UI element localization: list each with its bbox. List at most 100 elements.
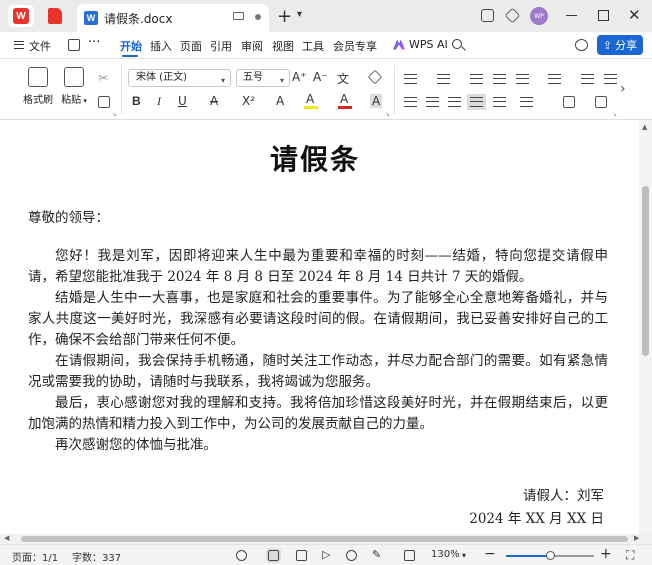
chinese-layout-icon[interactable] xyxy=(516,74,529,84)
font-size-select[interactable]: 五号 ▾ xyxy=(236,69,290,87)
line-spacing-icon[interactable] xyxy=(520,97,533,107)
title-bar: W W 请假条.docx + ▾ WP ✕ xyxy=(0,0,652,32)
tab-review[interactable]: 审阅 xyxy=(241,38,263,54)
align-left-icon[interactable] xyxy=(404,97,417,107)
font-dialog-icon[interactable]: ↘ xyxy=(385,111,390,118)
menu-file[interactable]: 文件 xyxy=(29,38,51,54)
zoom-slider-knob[interactable] xyxy=(546,551,555,560)
increase-indent-icon[interactable] xyxy=(493,74,506,84)
copy-icon[interactable] xyxy=(98,96,110,108)
document-paragraph: 结婚是人生中一大喜事，也是家庭和社会的重要事件。为了能够全心全意地筹备婚礼，并与… xyxy=(28,290,608,348)
shading-icon[interactable] xyxy=(563,96,575,108)
zoom-level[interactable]: 130% xyxy=(431,549,460,560)
table-borders-icon[interactable] xyxy=(604,74,617,84)
user-avatar[interactable]: WP xyxy=(530,7,548,25)
vertical-scroll-thumb[interactable] xyxy=(642,186,649,356)
clipboard-dialog-icon[interactable]: ↘ xyxy=(112,111,117,118)
unsaved-dot-icon[interactable] xyxy=(255,14,261,20)
document-canvas[interactable]: 请假条 尊敬的领导： 您好！我是刘军，因即将迎来人生中最为重要和幸福的时刻——结… xyxy=(0,120,652,536)
cut-icon[interactable]: ✂ xyxy=(98,71,108,85)
sort-icon[interactable] xyxy=(548,74,561,84)
share-button[interactable]: ⇪ 分享 xyxy=(597,35,643,55)
justify-icon[interactable] xyxy=(467,94,486,110)
horizontal-scroll-thumb[interactable] xyxy=(21,536,628,542)
highlight-button[interactable]: A xyxy=(306,92,314,106)
tab-tools[interactable]: 工具 xyxy=(302,38,324,54)
scroll-left-icon[interactable]: ◀ xyxy=(4,534,9,542)
clear-format-icon[interactable] xyxy=(367,69,383,85)
eye-protection-icon[interactable] xyxy=(236,550,247,561)
zoom-out-button[interactable]: − xyxy=(484,546,496,562)
font-size-dropdown-icon: ▾ xyxy=(279,76,284,85)
zoom-in-button[interactable]: + xyxy=(600,546,612,562)
search-icon[interactable] xyxy=(452,39,462,49)
bold-button[interactable]: B xyxy=(132,94,141,108)
save-icon[interactable] xyxy=(68,39,80,51)
paste-button[interactable]: 粘贴 ▾ xyxy=(54,63,94,106)
font-size-value: 五号 xyxy=(243,72,263,83)
zoom-dropdown-icon[interactable]: ▾ xyxy=(462,551,466,560)
tab-view[interactable]: 视图 xyxy=(272,38,294,54)
align-right-icon[interactable] xyxy=(448,97,461,107)
window-layout-icon[interactable] xyxy=(481,9,494,22)
scroll-right-icon[interactable]: ▶ xyxy=(634,534,639,542)
fit-page-icon[interactable] xyxy=(404,550,415,561)
page-view-icon[interactable] xyxy=(266,548,281,563)
fullscreen-icon[interactable]: ⛶ xyxy=(626,548,634,563)
monitor-icon[interactable] xyxy=(233,12,244,20)
tab-member[interactable]: 会员专享 xyxy=(333,38,377,54)
share-icon: ⇪ xyxy=(602,38,613,52)
outline-view-icon[interactable] xyxy=(296,550,307,561)
bullet-list-icon[interactable] xyxy=(404,74,417,84)
cube-icon[interactable] xyxy=(504,7,521,24)
hamburger-menu-icon[interactable] xyxy=(14,41,24,49)
tab-insert[interactable]: 插入 xyxy=(150,38,172,54)
border-icon[interactable] xyxy=(595,96,607,108)
numbered-list-icon[interactable] xyxy=(437,74,450,84)
phonetic-guide-button[interactable]: 文 xyxy=(337,70,349,87)
page-indicator[interactable]: 页面：1/1 xyxy=(12,549,58,564)
char-shading-button[interactable]: A xyxy=(370,94,383,108)
format-painter-button[interactable]: 格式刷 xyxy=(18,63,58,106)
italic-button[interactable]: I xyxy=(157,94,161,109)
font-color-button[interactable]: A xyxy=(340,92,348,106)
wps-home-button[interactable]: W xyxy=(8,5,34,27)
shrink-font-button[interactable]: A⁻ xyxy=(313,70,328,84)
horizontal-scrollbar[interactable]: ◀ ▶ xyxy=(0,534,652,544)
underline-button[interactable]: U xyxy=(178,94,187,108)
web-view-icon[interactable] xyxy=(346,550,357,561)
tab-list-chevron-icon[interactable]: ▾ xyxy=(297,9,302,20)
vertical-scrollbar[interactable]: ▲ xyxy=(639,120,652,536)
play-icon[interactable]: ▷ xyxy=(322,548,330,561)
minimize-icon[interactable] xyxy=(566,15,577,17)
scroll-up-icon[interactable]: ▲ xyxy=(642,123,647,131)
wps-ai-button[interactable]: WPS AI xyxy=(393,38,448,51)
paragraph-dialog-icon[interactable]: ↘ xyxy=(612,111,617,118)
distributed-align-icon[interactable] xyxy=(493,97,506,107)
wps-logo-icon: W xyxy=(13,8,29,24)
comment-icon[interactable] xyxy=(575,39,588,51)
decrease-indent-icon[interactable] xyxy=(470,74,483,84)
pdf-app-button[interactable] xyxy=(42,5,68,27)
ribbon-more-chevron-icon[interactable]: › xyxy=(620,81,626,97)
paste-label: 粘贴 xyxy=(61,95,82,106)
tab-page[interactable]: 页面 xyxy=(180,38,202,54)
zoom-slider[interactable] xyxy=(506,551,594,560)
strikethrough-button[interactable]: A xyxy=(210,94,218,108)
close-icon[interactable]: ✕ xyxy=(628,6,641,24)
superscript-button[interactable]: X² xyxy=(242,94,255,108)
font-name-select[interactable]: 宋体 (正文) ▾ xyxy=(128,69,231,87)
pen-icon[interactable]: ✎ xyxy=(372,548,381,561)
word-doc-icon: W xyxy=(84,11,98,25)
maximize-icon[interactable] xyxy=(598,10,609,21)
font-effect-button[interactable]: A xyxy=(276,94,284,108)
word-count[interactable]: 字数：337 xyxy=(72,549,121,564)
tab-references[interactable]: 引用 xyxy=(210,38,232,54)
tab-home[interactable]: 开始 xyxy=(120,38,142,54)
more-dots-icon[interactable]: ··· xyxy=(88,35,100,50)
document-tab[interactable]: W 请假条.docx xyxy=(77,4,269,32)
show-marks-icon[interactable] xyxy=(581,74,594,84)
grow-font-button[interactable]: A⁺ xyxy=(292,70,307,84)
new-tab-button[interactable]: + xyxy=(277,6,292,27)
align-center-icon[interactable] xyxy=(426,97,439,107)
